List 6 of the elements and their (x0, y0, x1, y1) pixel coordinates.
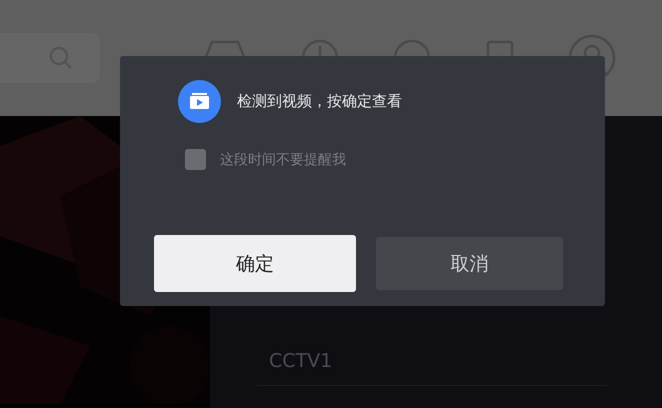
checkbox[interactable] (185, 149, 206, 170)
video-icon (178, 80, 221, 123)
confirm-button[interactable]: 确定 (154, 235, 356, 292)
checkbox-label: 这段时间不要提醒我 (220, 150, 346, 168)
dialog-message: 检测到视频，按确定查看 (237, 92, 402, 111)
cancel-button[interactable]: 取消 (376, 237, 563, 290)
